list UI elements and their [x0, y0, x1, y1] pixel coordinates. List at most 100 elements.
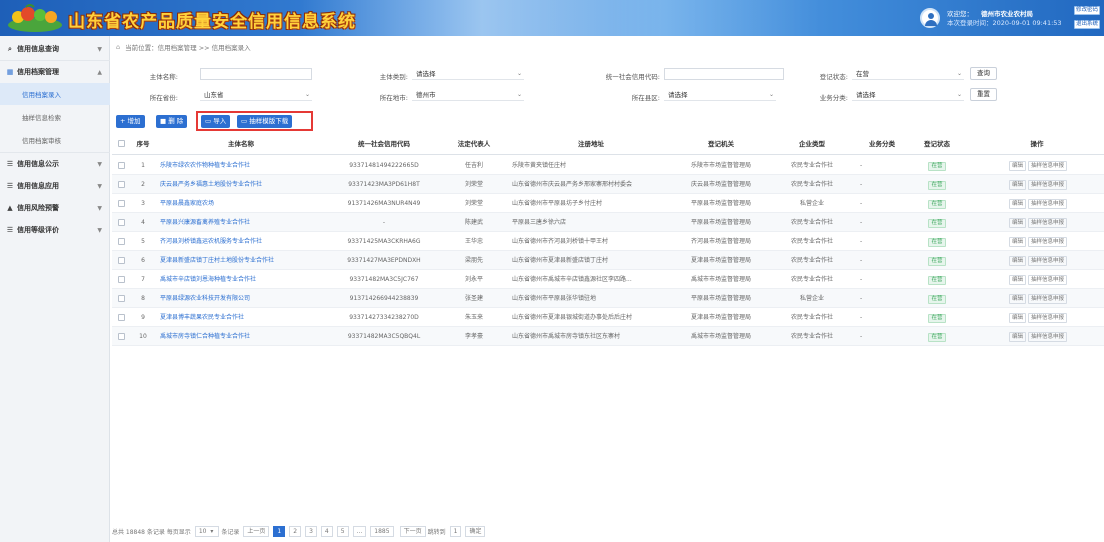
sidebar-item-credit-application[interactable]: ☰ 信用信息应用 ▼ — [0, 175, 110, 197]
page-number-button[interactable]: 5 — [336, 525, 349, 537]
edit-button[interactable]: 编辑 — [1008, 275, 1026, 285]
query-button[interactable]: 查询 — [970, 67, 997, 80]
sidebar-subitem-archive-review[interactable]: 信用档案审核 — [0, 129, 110, 151]
cell-authority: 平原县市场监督管理局 — [690, 219, 751, 226]
edit-button[interactable]: 编辑 — [1008, 332, 1026, 342]
cell-name[interactable]: 平原县晨鑫家庭农场 — [160, 194, 328, 213]
subject-type-label: 主体类别: — [379, 73, 408, 81]
page-number-button[interactable]: 2 — [289, 525, 302, 537]
row-checkbox[interactable] — [118, 257, 125, 264]
page-numbers: 1 2 3 4 5... 1885 — [271, 525, 395, 537]
cell-status: 在营 — [910, 308, 964, 327]
row-checkbox[interactable] — [118, 181, 125, 188]
sidebar-item-risk-warning[interactable]: ▲ 信用风险预警 ▼ — [0, 197, 110, 219]
cell-name[interactable]: 平原县兴康源畜禽养殖专业合作社 — [160, 213, 328, 232]
page-size-unit: 条记录 — [221, 528, 240, 536]
pagination: 总共 18848 条记录 每页显示 10 ▾ 条记录 上一页 1 2 3 4 5... 1… — [112, 524, 487, 538]
cell-name[interactable]: 乐陵市绿农农作物种植专业合作社 — [160, 156, 328, 175]
jump-page-input[interactable]: 1 — [449, 525, 462, 537]
logout-button[interactable]: 退出系统 — [1074, 20, 1100, 29]
page-number-button[interactable]: 1885 — [370, 525, 394, 537]
app-header: 山东省农产品质量安全信用信息系统 欢迎您： 德州市农业农村局 本次登录时间：202… — [0, 0, 1104, 36]
delete-button[interactable]: ■ 删 除 — [156, 115, 188, 128]
sample-report-button[interactable]: 抽样信息申报 — [1028, 313, 1068, 323]
highlight-box — [196, 111, 313, 131]
page-number-button[interactable]: 3 — [305, 525, 317, 537]
cell-type: 农民专业合作社 — [790, 257, 833, 264]
edit-button[interactable]: 编辑 — [1008, 294, 1026, 304]
row-checkbox[interactable] — [118, 238, 125, 245]
city-value: 德州市 — [416, 91, 436, 99]
sidebar-subitem-sample-search[interactable]: 抽样信息检索 — [0, 106, 110, 128]
subject-type-select[interactable]: 请选择 ⌄ — [412, 68, 524, 80]
reg-status-select[interactable]: 在营 ⌄ — [852, 68, 964, 80]
cell-name[interactable]: 禹城市辛店镇刘恩海种植专业合作社 — [160, 270, 328, 289]
sample-report-button[interactable]: 抽样信息申报 — [1028, 218, 1068, 228]
jump-confirm-button[interactable]: 确定 — [465, 525, 486, 537]
edit-button[interactable]: 编辑 — [1008, 180, 1026, 190]
cell-rep: 朱玉来 — [464, 314, 483, 321]
sidebar-item-credit-publicity[interactable]: ☰ 信用信息公示 ▼ — [0, 153, 110, 175]
page-size-select[interactable]: 10 ▾ — [194, 525, 220, 537]
sidebar-item-label: 信用档案管理 — [17, 68, 59, 76]
cell-name[interactable]: 夏津县博丰蔬果农民专业合作社 — [160, 308, 328, 327]
cell-name[interactable]: 庆云县严务乡福惠土地股份专业合作社 — [160, 175, 328, 194]
org-name: 德州市农业农村局 — [981, 10, 1033, 18]
row-checkbox[interactable] — [118, 314, 125, 321]
page-number-button[interactable]: 1 — [273, 525, 286, 537]
edit-button[interactable]: 编辑 — [1008, 218, 1026, 228]
sample-report-button[interactable]: 抽样信息申报 — [1028, 256, 1068, 266]
cell-name[interactable]: 禹城市房寺镇仁合种植专业合作社 — [160, 327, 328, 346]
row-checkbox[interactable] — [118, 276, 125, 283]
status-badge: 在营 — [928, 181, 946, 190]
sample-report-button[interactable]: 抽样信息申报 — [1028, 199, 1068, 209]
next-page-button[interactable]: 下一页 — [399, 525, 426, 537]
cell-name[interactable]: 齐河县刘桥镇鑫运农机服务专业合作社 — [160, 232, 328, 251]
cell-biz: - — [860, 333, 863, 340]
province-select[interactable]: 山东省 ⌄ — [200, 89, 312, 101]
change-password-button[interactable]: 修改密码 — [1074, 6, 1100, 15]
page-number-button[interactable]: 4 — [320, 525, 333, 537]
add-button[interactable]: + 增加 — [116, 115, 145, 128]
sample-report-button[interactable]: 抽样信息申报 — [1028, 161, 1068, 171]
prev-page-button[interactable]: 上一页 — [243, 525, 270, 537]
table-row: 3 平原县晨鑫家庭农场 91371426MA3NUR4N49 刘荣堂 山东省德州市平原县… — [112, 194, 1104, 213]
credit-code-input[interactable] — [664, 68, 784, 80]
biz-category-select[interactable]: 请选择 ⌄ — [852, 89, 964, 101]
cell-rep: 任吉利 — [464, 162, 483, 169]
sidebar-item-credit-query[interactable]: ⌕ 信用信息查询 ▼ — [0, 38, 110, 60]
row-checkbox[interactable] — [118, 295, 125, 302]
edit-button[interactable]: 编辑 — [1008, 161, 1026, 171]
cell-no: 1 — [141, 162, 145, 169]
edit-button[interactable]: 编辑 — [1008, 313, 1026, 323]
row-checkbox[interactable] — [118, 333, 125, 340]
row-checkbox[interactable] — [118, 200, 125, 207]
sidebar-item-credit-archive[interactable]: ▦ 信用档案管理 ▲ — [0, 61, 110, 83]
sample-report-button[interactable]: 抽样信息申报 — [1028, 180, 1068, 190]
subject-name-input[interactable] — [200, 68, 312, 80]
select-all-checkbox[interactable] — [118, 140, 125, 147]
cell-ops: 编辑 抽样信息申报 — [976, 251, 1102, 270]
cell-name[interactable]: 夏津县新盛店镇丁庄村土地股份专业合作社 — [160, 251, 328, 270]
sample-report-button[interactable]: 抽样信息申报 — [1028, 332, 1068, 342]
sidebar-item-credit-rating[interactable]: ☰ 信用等级评价 ▼ — [0, 219, 110, 241]
sample-report-button[interactable]: 抽样信息申报 — [1028, 275, 1068, 285]
edit-button[interactable]: 编辑 — [1008, 199, 1026, 209]
sidebar-subitem-archive-entry[interactable]: 信用档案录入 — [0, 83, 110, 105]
cell-addr: 乐陵市黄夹镇任庄村 — [512, 162, 567, 169]
county-select[interactable]: 请选择 ⌄ — [664, 89, 776, 101]
city-select[interactable]: 德州市 ⌄ — [412, 89, 524, 101]
cell-name[interactable]: 平原县绿源农业科技开发有限公司 — [160, 289, 328, 308]
edit-button[interactable]: 编辑 — [1008, 256, 1026, 266]
reset-button[interactable]: 重置 — [970, 88, 997, 101]
home-icon[interactable]: ⌂ — [116, 43, 120, 51]
row-checkbox[interactable] — [118, 219, 125, 226]
row-checkbox[interactable] — [118, 162, 125, 169]
cell-authority: 禹城市市场监督管理局 — [690, 276, 751, 283]
edit-button[interactable]: 编辑 — [1008, 237, 1026, 247]
sample-report-button[interactable]: 抽样信息申报 — [1028, 237, 1068, 247]
sample-report-button[interactable]: 抽样信息申报 — [1028, 294, 1068, 304]
chevron-down-icon: ⌄ — [304, 91, 310, 98]
cell-authority: 夏津县市场监督管理局 — [690, 257, 751, 264]
cell-no: 4 — [141, 219, 145, 226]
